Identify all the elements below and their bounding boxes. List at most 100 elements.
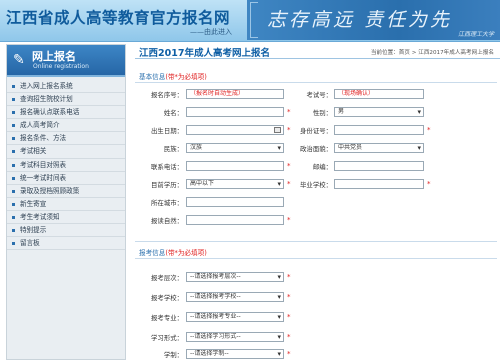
sidebar-item-message-board[interactable]: 留言板 <box>7 237 125 251</box>
sidebar-title: 网上报名 <box>32 50 76 63</box>
sidebar-item-exam-related[interactable]: 考试相关 <box>7 145 125 159</box>
sidebar-item-intro[interactable]: 成人高考简介 <box>7 119 125 133</box>
sidebar-header: ✎ 网上报名 Online registration <box>7 45 125 77</box>
breadcrumb: 当前位置：首页 > 江西2017年成人高考网上报名 <box>370 50 494 56</box>
required-mark: * <box>287 313 291 321</box>
header-banner: 志存高远 责任为先 江西理工大学 <box>247 0 500 40</box>
divider <box>135 258 497 259</box>
id-no-label: 身份证号： <box>300 127 332 135</box>
sidebar-item-special-tips[interactable]: 特别提示 <box>7 224 125 238</box>
sidebar-item-subject-table[interactable]: 考试科目对照表 <box>7 159 125 172</box>
form-row: 报考专业： --请选择报考专业-- * <box>135 311 497 324</box>
exam-no-field: （现场确认） <box>334 89 424 99</box>
required-mark: * <box>287 350 291 358</box>
page-title: 江西2017年成人高考网上报名 <box>139 48 270 59</box>
calendar-icon[interactable] <box>274 127 281 133</box>
required-mark: * <box>287 162 291 170</box>
sidebar-item-school-plan[interactable]: 查询招生院校计划 <box>7 93 125 107</box>
address-input[interactable] <box>186 215 284 225</box>
reg-no-field: （报名时自动生成） <box>186 89 284 99</box>
gender-label: 性别： <box>312 109 332 117</box>
form-row: 姓名： * 性别： 男 <box>135 106 497 119</box>
gender-select[interactable]: 男 <box>334 107 424 117</box>
form-row: 联系电话： * 邮编： <box>135 160 497 173</box>
education-label: 目前学历： <box>151 181 183 189</box>
divider <box>135 241 497 242</box>
duration-select[interactable]: --请选择学制-- <box>186 349 284 359</box>
school-label: 报考学校： <box>151 294 183 302</box>
postcode-input[interactable] <box>334 161 424 171</box>
banner-slogan: 志存高远 责任为先 <box>267 9 453 31</box>
graduated-school-input[interactable] <box>334 179 424 189</box>
site-header: 江西省成人高等教育官方报名网 ——由此进入 志存高远 责任为先 江西理工大学 <box>0 0 500 42</box>
required-mark: * <box>287 216 291 224</box>
ethnicity-select[interactable]: 汉族 <box>186 143 284 153</box>
city-input[interactable] <box>186 197 284 207</box>
site-subtitle-link[interactable]: ——由此进入 <box>190 27 232 37</box>
basic-info-heading: 基本信息(带*为必填项) <box>139 71 207 81</box>
education-select[interactable]: 高中以下 <box>186 179 284 189</box>
sidebar-item-contact-phone[interactable]: 报名确认点联系电话 <box>7 106 125 120</box>
form-row: 报考学校： --请选择报考学校-- * <box>135 291 497 304</box>
form-row: 报名序号： （报名时自动生成） 考试号： （现场确认） <box>135 88 497 101</box>
required-mark: * <box>287 180 291 188</box>
reg-no-label: 报名序号： <box>151 91 183 99</box>
level-select[interactable]: --请选择报考层次-- <box>186 272 284 282</box>
title-bar: 江西2017年成人高考网上报名 当前位置：首页 > 江西2017年成人高考网上报… <box>135 44 500 59</box>
sidebar-item-conditions[interactable]: 报名条件、方法 <box>7 132 125 146</box>
exam-info-label: 报考信息 <box>139 249 166 257</box>
required-mark: * <box>287 108 291 116</box>
banner-school-name: 江西理工大学 <box>457 31 494 38</box>
sidebar-subtitle: Online registration <box>33 63 89 70</box>
banner-frame <box>250 2 258 38</box>
phone-label: 联系电话： <box>151 163 183 171</box>
duration-label: 学制： <box>163 351 183 359</box>
sidebar-item-registration-system[interactable]: 进入网上报名系统 <box>7 80 125 94</box>
ethnicity-label: 民族： <box>163 145 183 153</box>
required-mark: * <box>287 333 291 341</box>
study-mode-select[interactable]: --请选择学习形式-- <box>186 332 284 342</box>
required-mark: * <box>427 180 431 188</box>
sidebar-menu: 进入网上报名系统 查询招生院校计划 报名确认点联系电话 成人高考简介 报名条件、… <box>7 77 125 251</box>
required-mark: * <box>287 293 291 301</box>
pencil-icon: ✎ <box>13 52 25 68</box>
exam-no-label: 考试号： <box>306 91 332 99</box>
major-select[interactable]: --请选择报考专业-- <box>186 312 284 322</box>
school-select[interactable]: --请选择报考学校-- <box>186 292 284 302</box>
required-mark: * <box>427 126 431 134</box>
address-label: 报读自然： <box>151 217 183 225</box>
exam-info-heading: 报考信息(带*为必填项) <box>139 247 207 257</box>
id-no-input[interactable] <box>334 125 424 135</box>
sidebar-item-exam-notice[interactable]: 考生考试须知 <box>7 211 125 225</box>
graduated-school-label: 毕业学校： <box>300 181 332 189</box>
site-title: 江西省成人高等教育官方报名网 <box>6 9 231 27</box>
politics-label: 政治面貌： <box>300 145 332 153</box>
form-row: 所在城市： <box>135 196 497 209</box>
study-mode-label: 学习形式： <box>151 334 183 342</box>
form-row: 目前学历： 高中以下 * 毕业学校： * <box>135 178 497 191</box>
major-label: 报考专业： <box>151 314 183 322</box>
divider <box>135 82 497 83</box>
sidebar-item-freshman[interactable]: 新生寄宣 <box>7 198 125 211</box>
exam-info-required-note: (带*为必填项) <box>165 249 207 257</box>
main-content: 江西2017年成人高考网上报名 当前位置：首页 > 江西2017年成人高考网上报… <box>135 44 500 360</box>
sidebar: ✎ 网上报名 Online registration 进入网上报名系统 查询招生… <box>6 44 126 360</box>
form-row: 报读自然： * <box>135 214 497 227</box>
required-mark: * <box>287 273 291 281</box>
name-label: 姓名： <box>163 109 183 117</box>
required-mark: * <box>287 126 291 134</box>
name-input[interactable] <box>186 107 284 117</box>
city-label: 所在城市： <box>151 199 183 207</box>
postcode-label: 邮编： <box>312 163 332 171</box>
birthday-input[interactable] <box>186 125 284 135</box>
form-row: 学制： --请选择学制-- * <box>135 348 497 360</box>
phone-input[interactable] <box>186 161 284 171</box>
birthday-label: 出生日期： <box>151 127 183 135</box>
politics-select[interactable]: 中共党员 <box>334 143 424 153</box>
sidebar-item-exam-schedule[interactable]: 统一考试时间表 <box>7 172 125 185</box>
form-row: 学习形式： --请选择学习形式-- * <box>135 331 497 344</box>
form-row: 民族： 汉族 政治面貌： 中共党员 <box>135 142 497 155</box>
basic-info-label: 基本信息 <box>139 73 166 81</box>
form-row: 出生日期： * 身份证号： * <box>135 124 497 137</box>
sidebar-item-admission-policy[interactable]: 录取及授档照顾政策 <box>7 185 125 198</box>
